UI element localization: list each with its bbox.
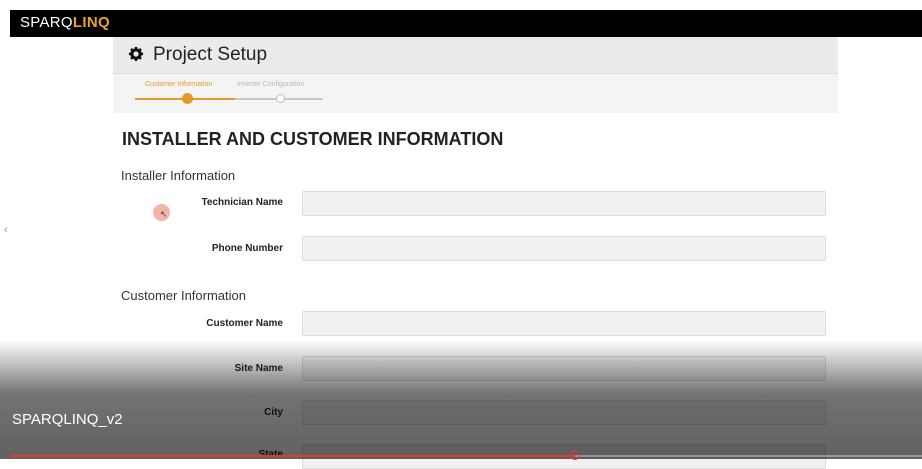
phone-number-label: Phone Number (211, 243, 283, 254)
setup-stepper: Customer Information Inverter Configurat… (113, 74, 838, 113)
installer-group-title: Installer Information (121, 168, 236, 183)
technician-name-label: Technician Name (201, 197, 283, 208)
city-label: City (264, 407, 283, 418)
brand-name-part2: LINQ (72, 14, 110, 31)
brand-logo[interactable]: SPARQLINQ (20, 14, 110, 31)
phone-number-input[interactable] (302, 236, 826, 261)
video-title: SPARQLINQ_v2 (12, 411, 123, 428)
site-name-input[interactable] (302, 356, 826, 381)
video-progress-bar[interactable] (10, 450, 922, 460)
section-title: INSTALLER AND CUSTOMER INFORMATION (122, 129, 504, 149)
step-marker-pending[interactable] (276, 94, 285, 103)
mouse-pointer-icon: ↖ (160, 209, 168, 219)
gear-icon (128, 46, 144, 61)
customer-group-title: Customer Information (121, 288, 246, 303)
chevron-left-icon[interactable]: ‹ (4, 224, 8, 236)
video-progress-fill (10, 455, 576, 457)
app-header: SPARQLINQ (10, 10, 922, 37)
page-header: Project Setup (113, 37, 838, 74)
technician-name-input[interactable] (302, 191, 826, 216)
step-customer-information[interactable]: Customer Information (145, 81, 212, 88)
customer-name-label: Customer Name (206, 318, 283, 329)
step-inverter-configuration[interactable]: Inverter Configuration (237, 81, 304, 88)
city-input[interactable] (302, 400, 826, 425)
page-title: Project Setup (153, 44, 268, 65)
brand-name-part1: SPARQ (20, 14, 73, 31)
step-marker-active[interactable] (182, 93, 193, 104)
site-name-label: Site Name (234, 363, 283, 374)
customer-name-input[interactable] (302, 311, 826, 336)
